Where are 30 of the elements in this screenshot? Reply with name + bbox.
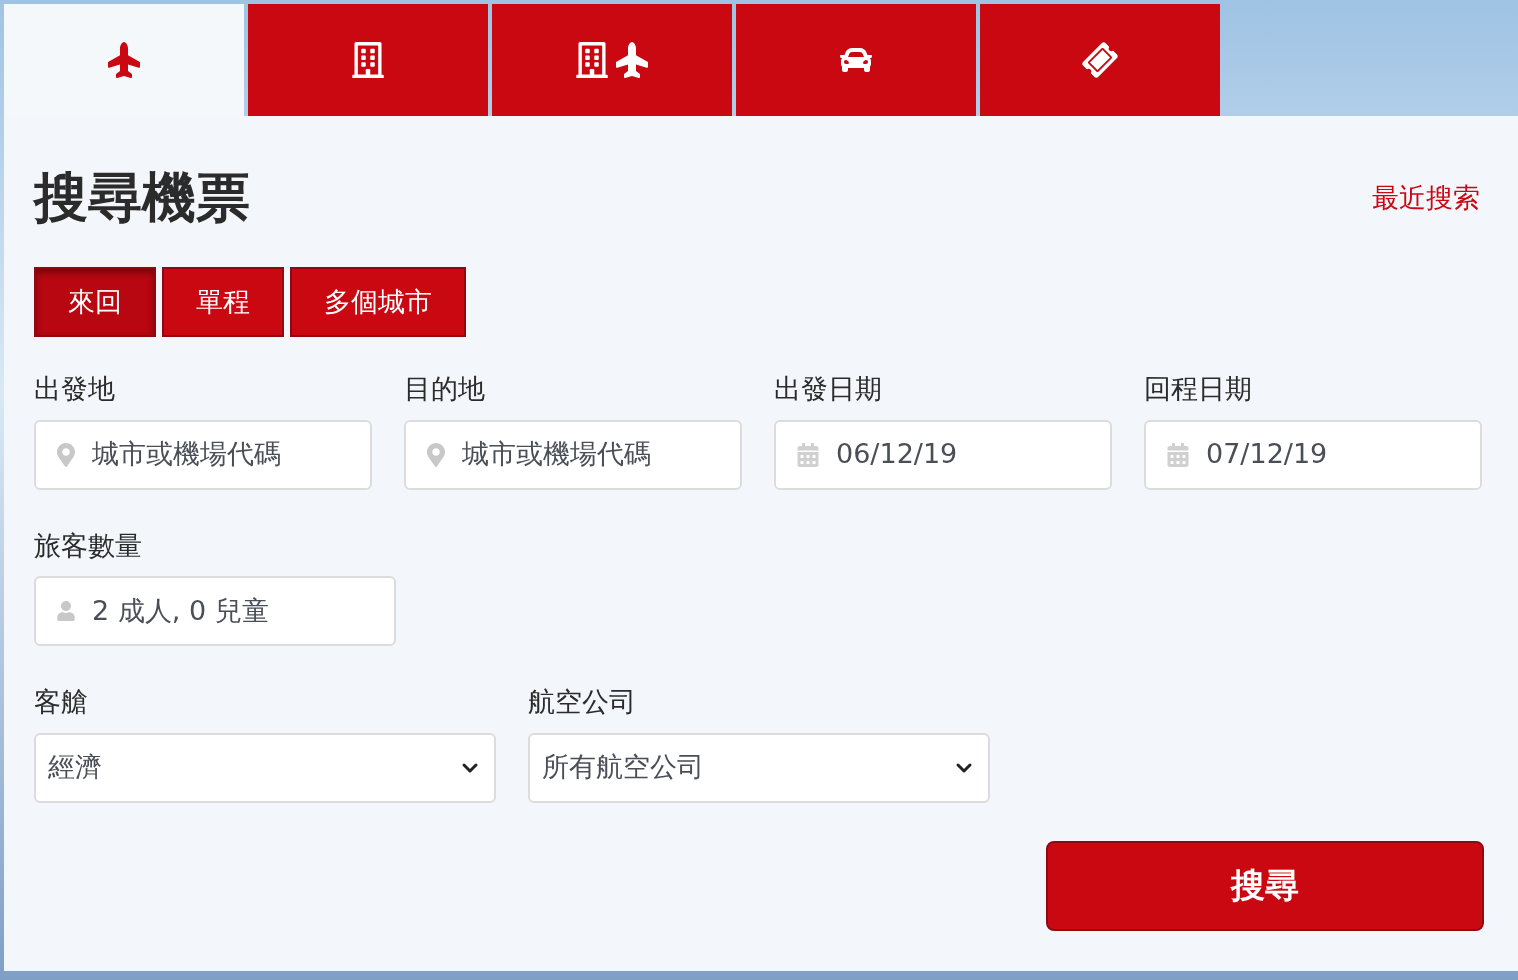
trip-type-button[interactable]: 多個城市 xyxy=(290,267,466,337)
category-tab[interactable] xyxy=(248,4,488,116)
trip-type-button[interactable]: 單程 xyxy=(162,267,284,337)
building-airplane-icon xyxy=(574,42,650,78)
field-label: 目的地 xyxy=(404,372,486,406)
dropdown-select[interactable]: 經濟 xyxy=(34,732,496,803)
trip-type-button[interactable]: 來回 xyxy=(34,267,156,337)
location-pin-icon xyxy=(56,442,76,467)
building-icon xyxy=(350,42,386,78)
location-pin-icon xyxy=(426,442,446,467)
dropdown-select[interactable]: 所有航空公司 xyxy=(528,732,990,803)
travelers-field[interactable]: 2 成人, 0 兒童 xyxy=(34,576,396,646)
location-field[interactable]: 城市或機場代碼 xyxy=(34,419,372,490)
field-label: 客艙 xyxy=(34,685,89,719)
airplane-icon xyxy=(106,42,142,78)
recent-searches-link[interactable]: 最近搜索 xyxy=(1372,177,1480,219)
calendar-icon xyxy=(796,442,820,467)
field-label: 航空公司 xyxy=(528,685,637,719)
page-title: 搜尋機票 xyxy=(34,171,250,225)
field-label: 回程日期 xyxy=(1144,372,1253,406)
field-label: 旅客數量 xyxy=(34,528,143,563)
location-field[interactable]: 城市或機場代碼 xyxy=(404,419,742,490)
field-label: 出發日期 xyxy=(774,372,883,406)
field-label: 出發地 xyxy=(34,372,116,406)
search-button[interactable]: 搜尋 xyxy=(1046,840,1484,931)
calendar-icon xyxy=(1166,442,1190,467)
date-field[interactable]: 06/12/19 xyxy=(774,419,1112,490)
person-icon xyxy=(56,601,76,621)
date-field[interactable]: 07/12/19 xyxy=(1144,419,1482,490)
category-tab[interactable] xyxy=(492,4,732,116)
